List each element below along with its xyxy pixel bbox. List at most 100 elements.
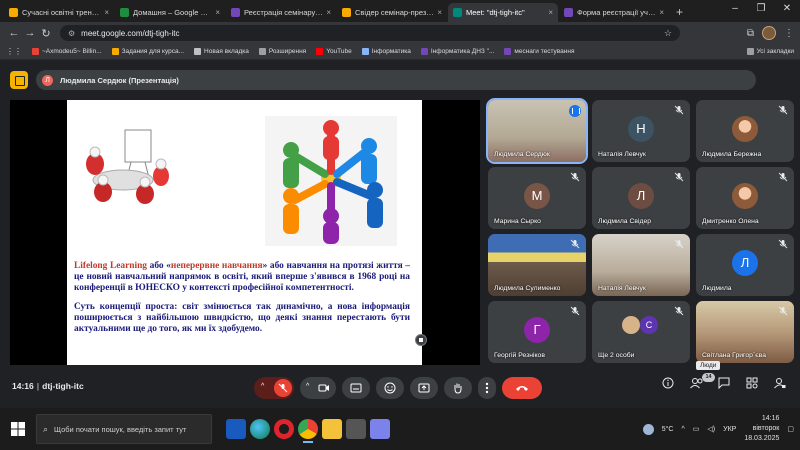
bookmark-item[interactable]: Розширення <box>258 48 307 55</box>
windows-logo-icon <box>11 422 25 436</box>
participant-name: Людмила Сулименко <box>494 285 561 292</box>
clock[interactable]: 14:16 вівторок 18.03.2025 <box>744 414 779 444</box>
bookmark-item[interactable]: Новая вкладка <box>194 48 249 55</box>
participant-tile[interactable]: Дмитренко Олена <box>696 167 794 229</box>
mic-off-icon <box>674 172 684 182</box>
tray-arrow-icon[interactable]: ^ <box>681 426 684 433</box>
close-tab-icon[interactable]: × <box>215 8 220 17</box>
bookmark-item[interactable]: Інформатика <box>361 48 411 55</box>
chevron-up-icon[interactable]: ^ <box>261 383 264 390</box>
presentation-icon <box>10 71 28 89</box>
activities-button[interactable] <box>746 376 760 390</box>
participant-tile[interactable]: Людмила Сердюк <box>486 98 588 164</box>
captions-icon <box>350 383 362 393</box>
reload-icon[interactable]: ↻ <box>38 27 54 40</box>
all-bookmarks-label: Усі закладки <box>756 48 794 55</box>
close-tab-icon[interactable]: × <box>326 8 331 17</box>
mic-off-icon[interactable] <box>274 379 292 397</box>
opera-app-icon[interactable] <box>274 419 294 439</box>
bookmark-label: Задания для курса... <box>121 48 185 55</box>
meet-header: Л Людмила Сердюк (Презентація) <box>0 60 800 100</box>
reactions-button[interactable] <box>376 377 404 399</box>
forward-icon[interactable]: → <box>22 27 38 39</box>
mic-off-icon <box>778 172 788 182</box>
more-options-button[interactable] <box>478 377 496 399</box>
browser-tab[interactable]: Домашня – Google Диск × <box>115 3 225 22</box>
close-tab-icon[interactable]: × <box>659 8 664 17</box>
file-explorer-app-icon[interactable] <box>322 419 342 439</box>
notifications-icon[interactable]: ▢ <box>787 425 794 433</box>
back-icon[interactable]: ← <box>6 27 22 39</box>
bookmark-item[interactable]: меснаги тестування <box>504 48 574 55</box>
browser-tab[interactable]: Сучасні освітні тренди ст × <box>4 3 114 22</box>
participant-name: Людмила Сердюк <box>494 151 550 158</box>
omnibox[interactable]: ⚙ meet.google.com/dtj-tigh-itc ☆ <box>60 25 680 41</box>
participant-tile[interactable]: Людмила Сулименко <box>488 234 586 296</box>
close-tab-icon[interactable]: × <box>437 8 442 17</box>
participant-tile[interactable]: Людмила Бережна <box>696 100 794 162</box>
chat-button[interactable] <box>718 376 732 390</box>
browser-tab[interactable]: Свідер семінар-презентат× <box>337 3 447 22</box>
network-icon[interactable]: ▭ <box>693 425 700 433</box>
bookmark-item[interactable]: Задания для курса... <box>111 48 185 55</box>
clock-day: вівторок <box>752 425 780 432</box>
leave-call-button[interactable] <box>502 377 542 399</box>
separator: | <box>36 381 40 391</box>
participant-tile[interactable]: Наталія Левчук <box>592 234 690 296</box>
volume-icon[interactable]: ◁) <box>707 425 715 433</box>
participant-tile[interactable]: С Ще 2 особи <box>592 301 690 363</box>
participant-tile[interactable]: Г Георгій Резніков <box>488 301 586 363</box>
extensions-icon[interactable]: ⧉ <box>747 28 754 39</box>
tab-favicon-icon <box>453 8 462 17</box>
bookmark-item[interactable]: YouTube <box>316 48 352 55</box>
maximize-icon[interactable]: ❐ <box>748 0 774 20</box>
all-bookmarks[interactable]: Усі закладки <box>746 48 794 55</box>
profile-avatar[interactable] <box>762 26 776 40</box>
close-window-icon[interactable]: ✕ <box>774 0 800 20</box>
start-button[interactable] <box>0 422 36 436</box>
microphone-toggle[interactable]: ^ <box>254 377 294 399</box>
chrome-app-icon[interactable] <box>298 419 318 443</box>
raise-hand-button[interactable] <box>444 377 472 399</box>
menu-icon[interactable]: ⋮ <box>784 28 794 39</box>
bookmark-item[interactable]: Інформатика ДНЗ "... <box>420 48 494 55</box>
presenter-avatar: Л <box>42 74 53 86</box>
site-info-icon[interactable]: ⚙ <box>68 29 75 38</box>
browser-tab[interactable]: Meet: "dtj-tigh-itc" × <box>448 3 558 22</box>
store-app-icon[interactable] <box>346 419 366 439</box>
people-count-badge: 14 <box>702 373 715 382</box>
close-tab-icon[interactable]: × <box>104 8 109 17</box>
present-button[interactable] <box>410 377 438 399</box>
presentation-chip[interactable]: Л Людмила Сердюк (Презентація) <box>36 70 756 90</box>
camera-toggle[interactable]: ^ <box>300 377 336 399</box>
tab-title: Meet: "dtj-tigh-itc" <box>466 8 525 17</box>
participant-tile[interactable]: Л Людмила Свідер <box>592 167 690 229</box>
bookmark-label: Розширення <box>268 48 307 55</box>
new-tab-button[interactable]: + <box>670 3 689 22</box>
edge-app-icon[interactable] <box>250 419 270 439</box>
browser-tab[interactable]: Форма реєстрації учасн × <box>559 3 669 22</box>
info-button[interactable] <box>662 376 676 390</box>
chevron-up-icon[interactable]: ^ <box>306 383 309 390</box>
participant-photo <box>732 183 758 209</box>
language-indicator[interactable]: УКР <box>723 426 736 433</box>
close-tab-icon[interactable]: × <box>548 8 553 17</box>
weather-icon[interactable] <box>642 423 654 435</box>
pin-icon[interactable] <box>415 334 427 346</box>
bookmark-item[interactable]: ~Axmodeu5~ Billin... <box>32 48 102 55</box>
apps-grid-icon[interactable]: ⋮⋮ <box>6 47 22 56</box>
browser-tab[interactable]: Реєстрація семінару мат × <box>226 3 336 22</box>
minimize-icon[interactable]: – <box>722 0 748 20</box>
participant-tile[interactable]: Світлана Григор`єва <box>696 301 794 363</box>
participant-tile[interactable]: М Марина Сырко <box>488 167 586 229</box>
participant-name: Людмила <box>702 285 732 292</box>
teams-app-icon[interactable] <box>370 419 390 439</box>
weather-temp[interactable]: 5°C <box>662 426 674 433</box>
captions-button[interactable] <box>342 377 370 399</box>
participant-tile[interactable]: Л Людмила <box>696 234 794 296</box>
bookmark-star-icon[interactable]: ☆ <box>664 28 672 39</box>
taskbar-search[interactable]: ⌕ Щоби почати пошук, введіть запит тут <box>36 414 212 444</box>
participant-tile[interactable]: Н Наталія Левчук <box>592 100 690 162</box>
word-app-icon[interactable] <box>226 419 246 439</box>
host-controls-button[interactable] <box>774 376 788 390</box>
